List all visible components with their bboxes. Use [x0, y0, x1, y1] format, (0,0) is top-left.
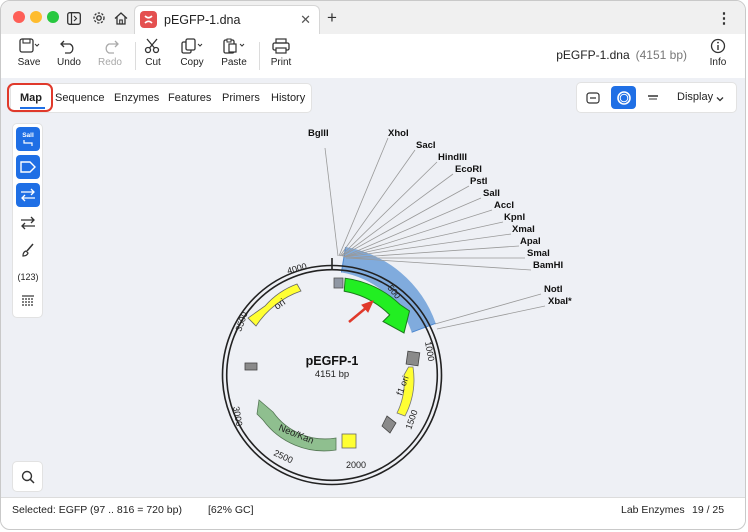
enzyme-leader-line [338, 137, 389, 257]
undo-label: Undo [57, 57, 81, 68]
misc-feature[interactable] [381, 415, 397, 434]
enzyme-leader-line [324, 147, 339, 257]
paste-button[interactable]: Paste [214, 38, 254, 74]
paste-icon [223, 38, 245, 54]
enzyme-label[interactable]: SacI [416, 140, 436, 151]
close-window-button[interactable] [13, 11, 25, 23]
enzyme-set-selector[interactable]: Lab Enzymes [621, 504, 685, 516]
enzyme-leader-line [343, 209, 493, 258]
save-icon [19, 38, 40, 53]
enzyme-leader-line [340, 161, 438, 257]
paste-label: Paste [221, 57, 247, 68]
print-label: Print [270, 57, 292, 68]
home-icon[interactable] [111, 8, 131, 28]
tick-label: 2000 [346, 460, 366, 470]
enzyme-leader-line [436, 305, 546, 330]
minimize-window-button[interactable] [30, 11, 42, 23]
sidebar-toggle-icon[interactable] [64, 8, 84, 28]
info-icon [710, 38, 726, 54]
document-tab[interactable]: pEGFP-1.dna ✕ [134, 5, 320, 34]
more-options-icon[interactable]: ⋮ [714, 8, 734, 28]
enzyme-label[interactable]: HindIII [438, 152, 467, 163]
enzyme-count: 19 / 25 [692, 504, 725, 516]
selection-status: Selected: EGFP (97 .. 816 = 720 bp) [12, 504, 182, 516]
file-size: (4151 bp) [635, 48, 687, 62]
info-button[interactable]: Info [698, 38, 738, 74]
zoom-window-button[interactable] [47, 11, 59, 23]
enzyme-label[interactable]: BglII [308, 128, 329, 139]
document-tab-title: pEGFP-1.dna [164, 13, 241, 27]
info-label: Info [709, 57, 727, 68]
printer-icon [272, 38, 290, 54]
plasmid-length: 4151 bp [315, 369, 349, 380]
misc-feature[interactable] [405, 350, 421, 367]
gear-icon[interactable] [89, 8, 109, 28]
file-name: pEGFP-1.dna [556, 48, 630, 62]
redo-icon [105, 40, 119, 54]
tick-label: 2500 [272, 448, 294, 466]
enzyme-label[interactable]: KpnI [504, 212, 525, 223]
enzyme-label[interactable]: AccI [494, 200, 514, 211]
close-tab-icon[interactable]: ✕ [300, 12, 311, 28]
save-label: Save [17, 57, 41, 68]
copy-icon [181, 38, 203, 54]
toolbar-divider [259, 42, 260, 70]
enzyme-label[interactable]: XhoI [388, 128, 409, 139]
app-logo-icon [140, 11, 157, 28]
enzyme-label[interactable]: ApaI [520, 236, 541, 247]
undo-button[interactable]: Undo [49, 38, 89, 74]
neo-kan-feature[interactable] [256, 399, 337, 452]
enzyme-leader-line [341, 185, 470, 257]
annotation-arrow [348, 300, 374, 323]
enzyme-leader-line [341, 173, 454, 257]
copy-button[interactable]: Copy [172, 38, 212, 74]
toolbar: Save Undo Redo Cut Copy Paste Print pEGF… [1, 34, 745, 79]
enzyme-label[interactable]: PstI [470, 176, 487, 187]
file-info: pEGFP-1.dna (4151 bp) [556, 48, 687, 62]
undo-icon [60, 40, 74, 54]
enzyme-label[interactable]: SalI [483, 188, 500, 199]
enzyme-label[interactable]: XbaI* [548, 296, 572, 307]
enzyme-label[interactable]: NotI [544, 284, 562, 295]
enzyme-label[interactable]: SmaI [527, 248, 550, 259]
plasmid-name: pEGFP-1 [306, 354, 359, 368]
cut-label: Cut [145, 57, 161, 68]
enzyme-label[interactable]: XmaI [512, 224, 535, 235]
new-tab-icon[interactable]: + [322, 8, 342, 28]
save-button[interactable]: Save [9, 38, 49, 74]
main-area: Map Sequence Enzymes Features Primers Hi… [1, 78, 746, 497]
title-bar: pEGFP-1.dna ✕ + ⋮ [1, 1, 745, 35]
redo-label: Redo [98, 57, 122, 68]
misc-feature[interactable] [244, 362, 258, 371]
promoter-feature[interactable] [341, 433, 357, 449]
copy-label: Copy [180, 57, 204, 68]
scissors-icon [144, 38, 160, 54]
enzyme-leader-line [339, 149, 416, 257]
redo-button[interactable]: Redo [90, 38, 130, 74]
status-bar: Selected: EGFP (97 .. 816 = 720 bp) [62%… [1, 497, 745, 522]
plasmid-map[interactable]: BglII XhoI SacI HindIII EcoRI PstI SalI … [1, 78, 746, 497]
gc-content: [62% GC] [208, 504, 254, 516]
enzyme-leader-line [343, 221, 504, 258]
print-button[interactable]: Print [261, 38, 301, 74]
app-window: pEGFP-1.dna ✕ + ⋮ Save Undo Redo Cut Cop… [0, 0, 746, 530]
promoter-feature[interactable] [333, 277, 344, 289]
enzyme-leader-line [434, 293, 542, 325]
tick-label: 3500 [233, 310, 249, 332]
tick-label: 1000 [423, 341, 436, 362]
tick-label: 3000 [231, 406, 244, 427]
cut-button[interactable]: Cut [133, 38, 173, 74]
enzyme-leader-line [342, 197, 482, 258]
enzyme-label[interactable]: EcoRI [455, 164, 482, 175]
enzyme-label[interactable]: BamHI [533, 260, 563, 271]
